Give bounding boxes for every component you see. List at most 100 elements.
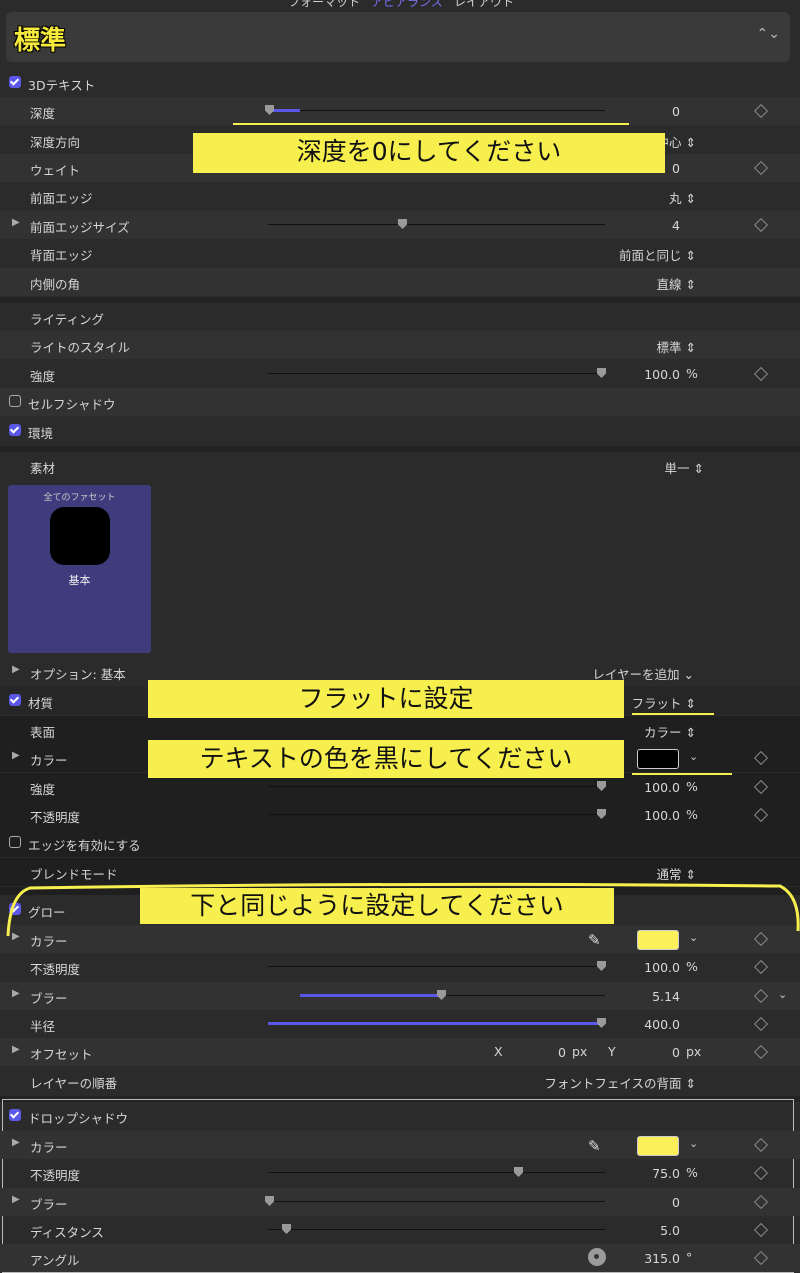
glow-radius-knob[interactable] xyxy=(597,1018,606,1028)
self-shadow-checkbox[interactable] xyxy=(9,395,21,407)
glow-blur-slider[interactable] xyxy=(300,990,605,1000)
surface-popup[interactable]: カラー ⇕ xyxy=(644,722,696,741)
preset-title: 標準 xyxy=(14,26,67,56)
drop-shadow-label: ドロップシャドウ xyxy=(28,1111,129,1126)
front-edge-size-knob[interactable] xyxy=(398,219,407,229)
chevron-down-icon[interactable]: ⌄ xyxy=(689,1137,698,1150)
text3d-checkbox[interactable] xyxy=(9,76,21,88)
ds-opacity-knob[interactable] xyxy=(514,1167,523,1177)
ds-distance-knob[interactable] xyxy=(282,1224,291,1234)
quality-label: 材質 xyxy=(28,696,54,711)
light-intensity-slider[interactable] xyxy=(268,368,606,378)
annotation-underline xyxy=(233,123,629,125)
tab-layout[interactable]: レイアウト xyxy=(454,0,514,10)
layer-order-popup[interactable]: フォントフェイスの背面 ⇕ xyxy=(544,1073,696,1092)
tab-format[interactable]: フォーマット xyxy=(288,0,360,10)
keyframe-diamond-icon[interactable] xyxy=(753,1250,769,1266)
material-color-swatch[interactable] xyxy=(637,749,679,769)
ds-distance-value[interactable]: 5.0 xyxy=(620,1223,680,1238)
drop-shadow-checkbox[interactable] xyxy=(9,1109,21,1121)
keyframe-diamond-icon[interactable] xyxy=(753,366,769,382)
material-mode-popup[interactable]: 単一 ⇕ xyxy=(665,458,704,477)
chevron-down-icon[interactable]: ⌄ xyxy=(778,988,787,1001)
depth-value[interactable]: 0 xyxy=(620,104,680,119)
facet-tile[interactable]: 全てのファセット 基本 xyxy=(8,485,151,653)
material-intensity-knob[interactable] xyxy=(597,781,606,791)
material-opacity-value[interactable]: 100.0 xyxy=(620,808,680,823)
disclosure-triangle-icon[interactable]: ▶ xyxy=(12,988,20,999)
keyframe-diamond-icon[interactable] xyxy=(753,1016,769,1032)
ds-color-swatch[interactable] xyxy=(637,1136,679,1156)
disclosure-triangle-icon[interactable]: ▶ xyxy=(12,217,20,228)
ds-blur-knob[interactable] xyxy=(265,1196,274,1206)
material-intensity-slider[interactable] xyxy=(268,781,606,791)
preset-selector[interactable]: 標準 ⌃⌄ xyxy=(6,12,790,62)
keyframe-diamond-icon[interactable] xyxy=(753,779,769,795)
ds-distance-label: ディスタンス xyxy=(30,1225,104,1240)
keyframe-diamond-icon[interactable] xyxy=(753,1044,769,1060)
angle-dial[interactable] xyxy=(588,1248,606,1266)
ds-blur-slider[interactable] xyxy=(265,1196,605,1206)
keyframe-diamond-icon[interactable] xyxy=(753,807,769,823)
depth-slider[interactable] xyxy=(265,105,605,115)
glow-opacity-value[interactable]: 100.0 xyxy=(620,960,680,975)
annotation-depth: 深度を0にしてください xyxy=(193,133,665,173)
eyedropper-icon[interactable]: ✎ xyxy=(588,1137,601,1155)
material-opacity-row: 不透明度 100.0 % xyxy=(0,801,800,829)
disclosure-triangle-icon[interactable]: ▶ xyxy=(12,1194,20,1205)
front-edge-size-slider[interactable] xyxy=(268,219,605,229)
light-style-popup[interactable]: 標準 ⇕ xyxy=(657,337,696,356)
enable-edges-checkbox[interactable] xyxy=(9,836,21,848)
ds-opacity-slider[interactable] xyxy=(268,1167,605,1177)
material-opacity-slider[interactable] xyxy=(268,809,606,819)
glow-opacity-row: 不透明度 100.0 % xyxy=(0,953,800,981)
tab-appearance[interactable]: アピアランス xyxy=(371,0,443,10)
offset-y-unit: px xyxy=(686,1044,702,1059)
inner-corner-popup[interactable]: 直線 ⇕ xyxy=(657,274,696,293)
glow-blur-value[interactable]: 5.14 xyxy=(620,989,680,1004)
offset-x-value[interactable]: 0 xyxy=(506,1045,566,1060)
ds-opacity-value[interactable]: 75.0 xyxy=(620,1166,680,1181)
ds-distance-slider[interactable] xyxy=(268,1224,605,1234)
keyframe-diamond-icon[interactable] xyxy=(753,1194,769,1210)
offset-y-value[interactable]: 0 xyxy=(620,1045,680,1060)
facet-name: 基本 xyxy=(68,574,91,587)
quality-checkbox[interactable] xyxy=(9,694,21,706)
light-intensity-label: 強度 xyxy=(30,369,56,384)
disclosure-triangle-icon[interactable]: ▶ xyxy=(12,1137,20,1148)
disclosure-triangle-icon[interactable]: ▶ xyxy=(12,750,20,761)
keyframe-diamond-icon[interactable] xyxy=(753,1137,769,1153)
keyframe-add-icon[interactable] xyxy=(753,988,769,1004)
disclosure-triangle-icon[interactable]: ▶ xyxy=(12,664,20,675)
layer-order-label: レイヤーの順番 xyxy=(30,1076,118,1091)
keyframe-diamond-icon[interactable] xyxy=(753,160,769,176)
front-edge-popup[interactable]: 丸 ⇕ xyxy=(669,188,696,207)
material-intensity-value[interactable]: 100.0 xyxy=(620,780,680,795)
light-intensity-value[interactable]: 100.0 xyxy=(620,367,680,382)
environment-checkbox[interactable] xyxy=(9,424,21,436)
glow-radius-value[interactable]: 400.0 xyxy=(620,1017,680,1032)
glow-opacity-slider[interactable] xyxy=(268,961,606,971)
keyframe-diamond-icon[interactable] xyxy=(753,1222,769,1238)
back-edge-popup[interactable]: 前面と同じ ⇕ xyxy=(619,245,696,264)
quality-popup[interactable]: フラット ⇕ xyxy=(632,693,696,712)
ds-color-row: ▶ カラー ✎ ⌄ xyxy=(0,1131,800,1159)
chevron-down-icon[interactable]: ⌄ xyxy=(689,750,698,763)
glow-blur-knob[interactable] xyxy=(437,990,446,1000)
keyframe-diamond-icon[interactable] xyxy=(753,750,769,766)
front-edge-row: 前面エッジ 丸 ⇕ xyxy=(0,182,800,210)
depth-slider-knob[interactable] xyxy=(265,105,274,115)
light-intensity-knob[interactable] xyxy=(597,368,606,378)
disclosure-triangle-icon[interactable]: ▶ xyxy=(12,1044,20,1055)
ds-blur-value[interactable]: 0 xyxy=(620,1195,680,1210)
glow-radius-slider[interactable] xyxy=(268,1018,606,1028)
keyframe-diamond-icon[interactable] xyxy=(753,217,769,233)
front-edge-value: 丸 xyxy=(669,191,682,206)
glow-opacity-knob[interactable] xyxy=(597,961,606,971)
material-opacity-knob[interactable] xyxy=(597,809,606,819)
keyframe-diamond-icon[interactable] xyxy=(753,959,769,975)
front-edge-size-value[interactable]: 4 xyxy=(620,218,680,233)
keyframe-diamond-icon[interactable] xyxy=(753,103,769,119)
ds-angle-value[interactable]: 315.0 xyxy=(620,1251,680,1266)
keyframe-diamond-icon[interactable] xyxy=(753,1165,769,1181)
